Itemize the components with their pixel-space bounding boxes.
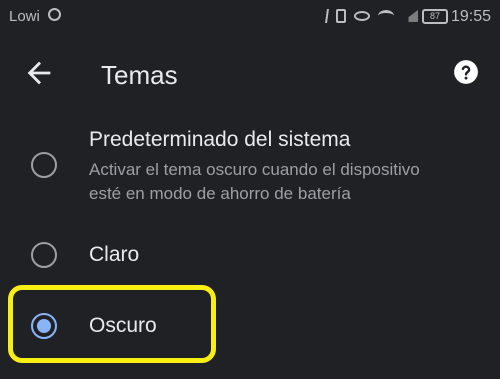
eye-comfort-icon (354, 11, 370, 21)
vibrate-icon (336, 9, 346, 23)
battery-icon: 87 (422, 9, 448, 24)
option-label: Predeterminado del sistema (89, 128, 351, 151)
radio-system-default[interactable] (31, 152, 57, 178)
page-title: Temas (101, 60, 178, 90)
carrier-name: Lowi (9, 8, 40, 25)
highlight-annotation (8, 285, 216, 363)
option-light[interactable]: Claro (0, 226, 500, 286)
option-description-line: Activar el tema oscuro cuando el disposi… (89, 160, 420, 179)
status-bar: Lowi 87 19:55 (0, 0, 500, 34)
app-bar: Temas (0, 36, 500, 108)
signal-icon (402, 10, 418, 22)
whatsapp-icon (48, 8, 61, 21)
option-description-line: esté en modo de ahorro de batería (89, 184, 351, 203)
clock: 19:55 (450, 8, 491, 25)
help-circle-icon (454, 60, 478, 84)
status-icons (317, 9, 418, 23)
radio-light[interactable] (31, 242, 57, 268)
option-label: Claro (89, 243, 140, 266)
option-description: Activar el tema oscuro cuando el disposi… (89, 158, 479, 206)
arrow-back-icon (27, 61, 51, 85)
wifi-icon (378, 10, 394, 22)
option-system-default[interactable]: Predeterminado del sistema Activar el te… (0, 124, 500, 214)
back-button[interactable] (22, 56, 56, 90)
help-button[interactable] (453, 59, 479, 85)
bluetooth-icon (317, 9, 329, 23)
